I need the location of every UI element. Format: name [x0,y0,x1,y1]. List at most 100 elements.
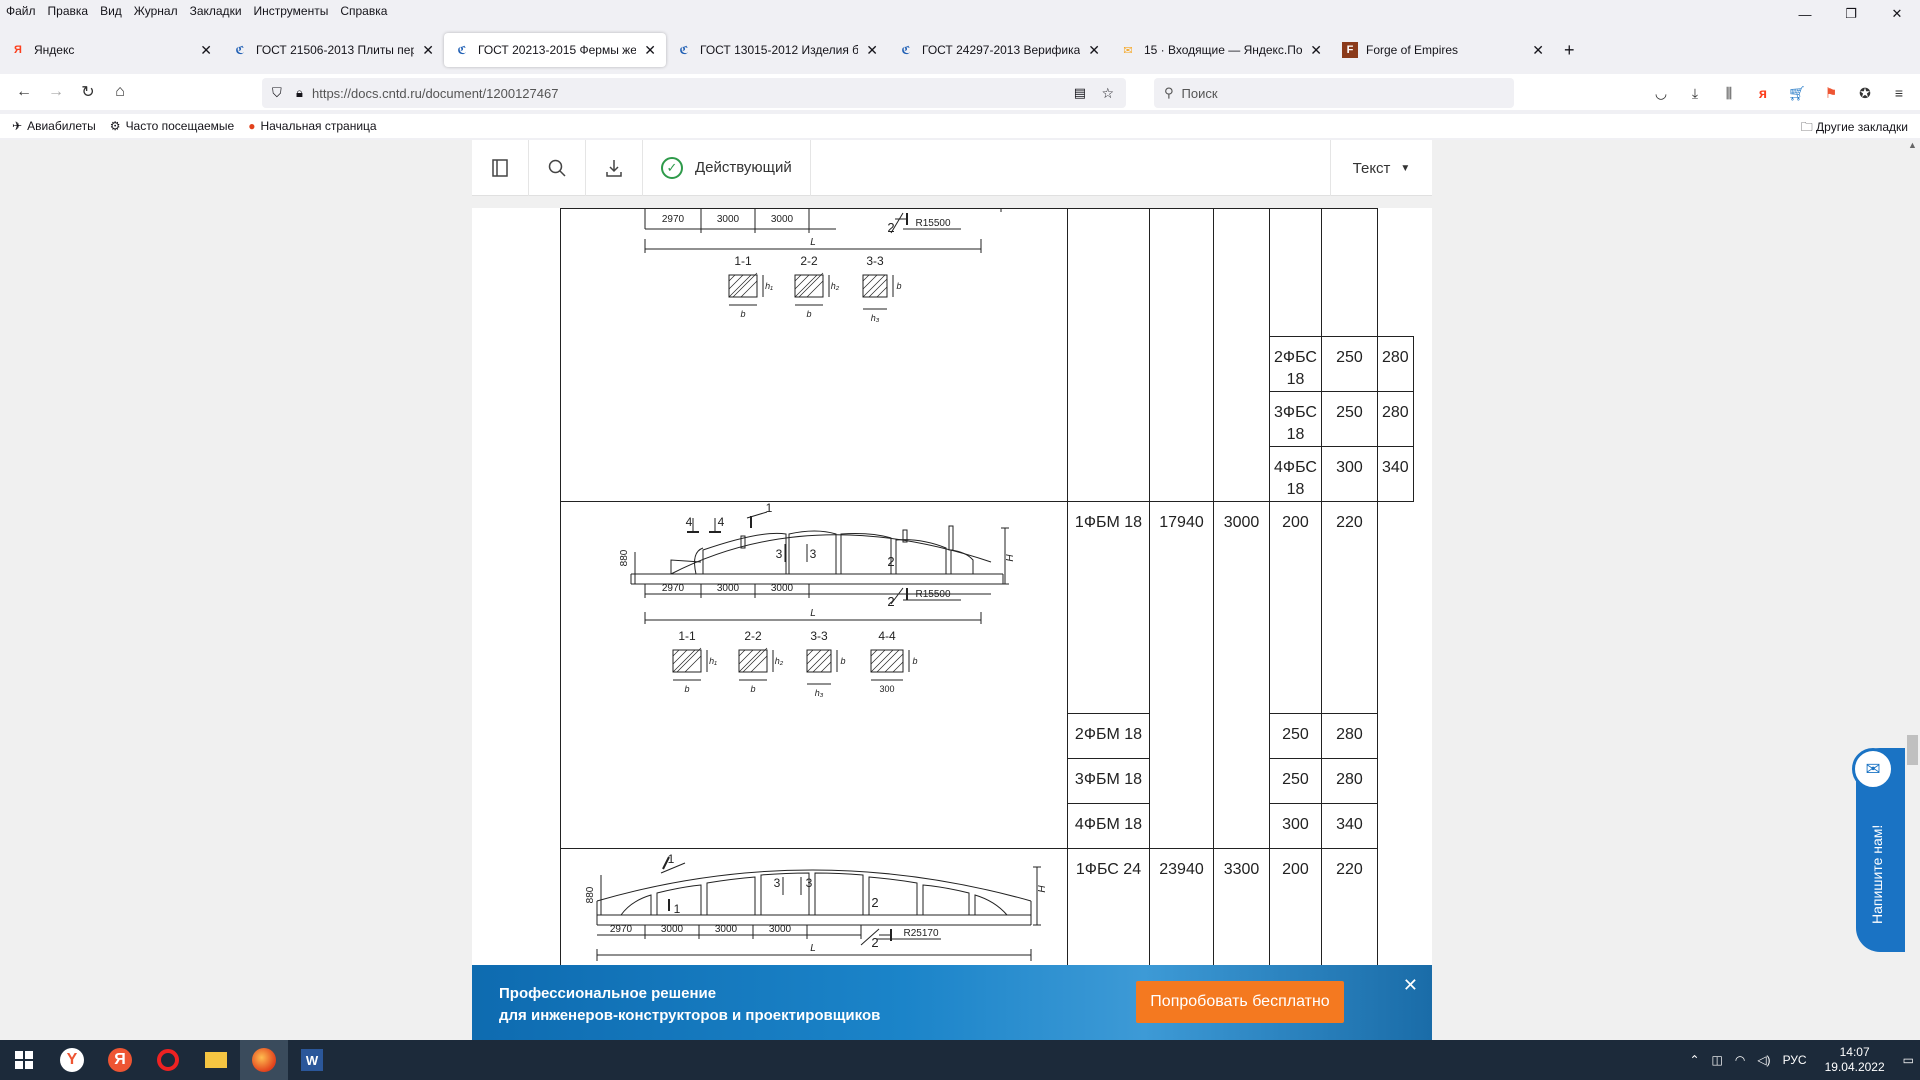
check-circle-icon: ✓ [661,156,683,179]
close-tab-icon[interactable]: ✕ [1310,42,1322,59]
network-icon[interactable]: ◠ [1735,1053,1745,1067]
h-value: 340 [1336,816,1363,833]
close-tab-icon[interactable]: ✕ [422,42,434,59]
b-value: 250 [1336,404,1363,421]
cntd-icon: ℭ [679,44,689,57]
mark-value: 3ФБС 18 [1274,404,1317,443]
view-mode-select[interactable]: Текст ▼ [1330,140,1432,196]
h-value: 280 [1381,349,1409,366]
cell-mark: 1ФБМ 18 [1067,501,1150,714]
close-icon[interactable]: ✕ [1403,975,1418,996]
windows-start-icon[interactable] [0,1040,48,1080]
notifications-icon[interactable]: ▭ [1903,1053,1914,1067]
mark-value: 1ФБМ 18 [1074,514,1143,531]
section-title: 3-3 [866,254,884,268]
language-indicator[interactable]: РУС [1783,1053,1807,1067]
length-label: L [810,237,816,248]
cell-b: 300 [1320,446,1378,502]
h-value: 220 [1336,861,1363,878]
word-icon[interactable]: W [288,1040,336,1080]
file-explorer-icon[interactable] [192,1040,240,1080]
section-mark: 1 [668,852,675,866]
try-free-button[interactable]: Попробовать бесплатно [1136,981,1344,1023]
close-window-button[interactable]: ✕ [1874,0,1920,28]
volume-icon[interactable]: ◁) [1757,1053,1770,1067]
scrollbar-thumb[interactable] [1907,735,1918,765]
tab-gost-21506[interactable]: ℭ ГОСТ 21506-2013 Плиты перек ✕ [222,32,444,68]
contents-icon[interactable] [472,140,529,196]
opera-icon[interactable] [144,1040,192,1080]
url-text[interactable]: https://docs.cntd.ru/document/1200127467 [312,86,558,101]
close-tab-icon[interactable]: ✕ [1088,42,1100,59]
b-value: 250 [1282,771,1309,788]
shield-icon[interactable]: ⛉ [272,85,282,101]
cell-h: 220 [1320,501,1378,714]
tab-title: 15 · Входящие — Яндекс.Почта [1144,43,1303,57]
url-bar[interactable]: ⛉ 🔒︎ https://docs.cntd.ru/document/12001… [262,78,1126,108]
section-mark: 1 [674,902,681,916]
menu-file[interactable]: Файл [6,4,36,18]
close-tab-icon[interactable]: ✕ [644,42,656,59]
b-value: 200 [1282,514,1309,531]
firefox-icon[interactable] [240,1040,288,1080]
promo-line: Профессиональное решение [499,985,717,1002]
other-bookmarks[interactable]: 🗀 Другие закладки [1801,118,1908,139]
download-icon[interactable]: ⤓ [1678,78,1712,108]
extension-icon[interactable]: ✪ [1848,78,1882,108]
cell-b: 300 [1269,803,1322,849]
close-tab-icon[interactable]: ✕ [200,42,212,59]
menu-bookmarks[interactable]: Закладки [190,4,242,18]
yandex-icon[interactable]: я [1746,78,1780,108]
minimize-button[interactable]: — [1782,0,1828,28]
tab-yandex[interactable]: Я Яндекс ✕ [0,32,222,68]
tab-gost-24297[interactable]: ℭ ГОСТ 24297-2013 Верификаци ✕ [888,32,1110,68]
tab-forge-of-empires[interactable]: F Forge of Empires ✕ [1332,32,1554,68]
new-tab-button[interactable]: + [1554,32,1590,68]
dim-label: 2970 [662,583,685,594]
section-dim: h₃ [871,313,880,323]
yandex-icon[interactable]: Я [96,1040,144,1080]
reader-view-icon[interactable]: ▤ [1074,85,1086,101]
bookmark-star-icon[interactable]: ☆ [1101,85,1114,102]
bookmark-most-visited[interactable]: ⚙ Часто посещаемые [110,119,234,133]
tab-gost-20213[interactable]: ℭ ГОСТ 20213-2015 Фермы желе ✕ [444,33,666,67]
height-label: 880 [619,549,630,566]
lock-icon[interactable]: 🔒︎ [296,85,303,101]
mark-value: 4ФБМ 18 [1074,816,1143,833]
menu-history[interactable]: Журнал [134,4,178,18]
clock[interactable]: 14:07 19.04.2022 [1825,1045,1885,1075]
home-icon[interactable]: ⌂ [104,76,136,108]
close-tab-icon[interactable]: ✕ [1532,42,1544,59]
bookmark-home-page[interactable]: ● Начальная страница [248,119,376,133]
menu-help[interactable]: Справка [340,4,387,18]
menu-edit[interactable]: Правка [48,4,89,18]
search-icon[interactable] [529,140,586,196]
promo-line: для инженеров-конструкторов и проектиров… [499,1007,881,1024]
menu-view[interactable]: Вид [100,4,122,18]
bookmark-flag-icon[interactable]: ⚑ [1814,78,1848,108]
bookmark-flights[interactable]: ✈ Авиабилеты [12,119,96,133]
back-icon[interactable]: ← [8,76,40,108]
tab-yandex-mail[interactable]: ✉ 15 · Входящие — Яндекс.Почта ✕ [1110,32,1332,68]
yandex-browser-icon[interactable]: Y [48,1040,96,1080]
chevron-up-icon[interactable]: ⌃ [1689,1053,1699,1067]
tab-gost-13015[interactable]: ℭ ГОСТ 13015-2012 Изделия бето ✕ [666,32,888,68]
cell-mark: 2ФБС 18 [1269,336,1322,392]
h-value: 280 [1336,726,1363,743]
menu-icon[interactable]: ≡ [1882,78,1916,108]
feedback-widget[interactable]: ✉ Напишите нам! [1852,748,1905,952]
library-icon[interactable]: ⫼ [1712,78,1746,108]
reload-icon[interactable]: ↻ [72,76,104,108]
close-tab-icon[interactable]: ✕ [866,42,878,59]
maximize-button[interactable]: ❐ [1828,0,1874,28]
forward-icon[interactable]: → [40,76,72,108]
vertical-scrollbar[interactable]: ▲ [1905,140,1920,1040]
download-icon[interactable] [586,140,643,196]
menu-tools[interactable]: Инструменты [254,4,329,18]
height-value: 3000 [1223,514,1260,531]
b-value: 300 [1282,816,1309,833]
cart-icon[interactable]: 🛒︎ [1780,78,1814,108]
pocket-icon[interactable]: ◡ [1644,78,1678,108]
search-input[interactable]: ⚲ Поиск [1154,78,1514,108]
camera-icon[interactable]: ◫ [1712,1053,1723,1067]
